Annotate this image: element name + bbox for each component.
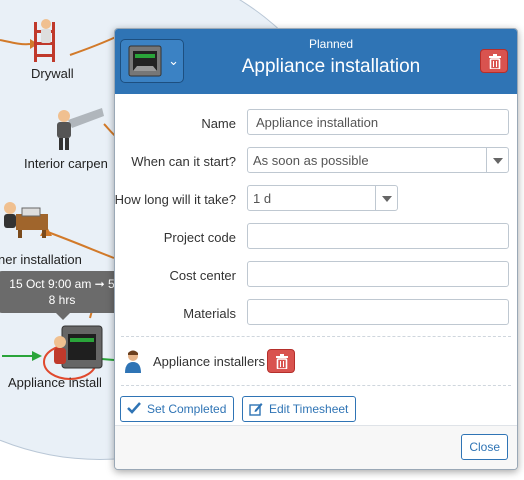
name-row: Name Appliance installation xyxy=(115,106,517,144)
cost-center-label: Cost center xyxy=(169,268,236,283)
project-code-input[interactable] xyxy=(247,223,509,249)
delete-task-button[interactable] xyxy=(480,49,508,73)
dialog-title: Appliance installation xyxy=(241,56,421,77)
desk-worker-icon[interactable] xyxy=(0,200,50,240)
dropdown-arrow-icon[interactable] xyxy=(375,186,397,210)
node-label-appliance-installation[interactable]: Appliance install xyxy=(8,375,102,390)
tooltip-date-range: 15 Oct 9:00 am ➞ 5 xyxy=(9,277,115,291)
dialog-footer: Close xyxy=(115,425,517,469)
dialog-header: ⌄ Planned Appliance installation xyxy=(115,29,517,94)
cost-center-row: Cost center xyxy=(115,258,517,296)
trash-icon xyxy=(276,354,288,369)
name-input[interactable]: Appliance installation xyxy=(247,109,509,135)
assigned-resource: Appliance installers xyxy=(115,337,517,385)
start-label: When can it start? xyxy=(131,154,236,169)
project-code-label: Project code xyxy=(163,230,236,245)
person-icon xyxy=(125,350,141,373)
edit-icon xyxy=(249,403,263,416)
task-dialog: ⌄ Planned Appliance installation Name Ap… xyxy=(114,28,518,470)
task-tooltip: 15 Oct 9:00 am ➞ 5 8 hrs xyxy=(0,271,128,320)
duration-row: How long will it take? 1 d xyxy=(115,182,517,220)
appliance-icon[interactable] xyxy=(50,320,106,372)
edit-timesheet-label: Edit Timesheet xyxy=(269,402,349,416)
node-label-drywall[interactable]: Drywall xyxy=(31,66,74,81)
start-row: When can it start? As soon as possible xyxy=(115,144,517,182)
resource-name: Appliance installers xyxy=(153,354,266,369)
duration-select-value: 1 d xyxy=(253,191,272,206)
task-form: Name Appliance installation When can it … xyxy=(115,94,517,334)
trash-icon xyxy=(489,54,501,69)
ladder-worker-icon[interactable] xyxy=(30,16,66,64)
duration-select[interactable]: 1 d xyxy=(247,185,398,211)
saw-worker-icon[interactable] xyxy=(48,104,104,152)
set-completed-label: Set Completed xyxy=(147,402,227,416)
node-label-cabinet-installation[interactable]: ner installation xyxy=(0,252,82,267)
start-select[interactable]: As soon as possible xyxy=(247,147,509,173)
edit-timesheet-button[interactable]: Edit Timesheet xyxy=(242,396,357,422)
materials-input[interactable] xyxy=(247,299,509,325)
project-code-row: Project code xyxy=(115,220,517,258)
checkmark-icon xyxy=(127,402,141,414)
tooltip-duration: 8 hrs xyxy=(48,293,76,307)
task-status: Planned xyxy=(308,37,354,51)
start-select-value: As soon as possible xyxy=(253,153,369,168)
materials-row: Materials xyxy=(115,296,517,334)
name-label: Name xyxy=(201,116,236,131)
remove-resource-button[interactable] xyxy=(267,349,295,373)
duration-label: How long will it take? xyxy=(114,192,236,207)
close-button[interactable]: Close xyxy=(461,434,508,460)
cost-center-input[interactable] xyxy=(247,261,509,287)
dropdown-arrow-icon[interactable] xyxy=(486,148,508,172)
materials-label: Materials xyxy=(183,306,236,321)
node-label-interior-carpentry[interactable]: Interior carpen xyxy=(24,156,108,171)
set-completed-button[interactable]: Set Completed xyxy=(120,396,235,422)
